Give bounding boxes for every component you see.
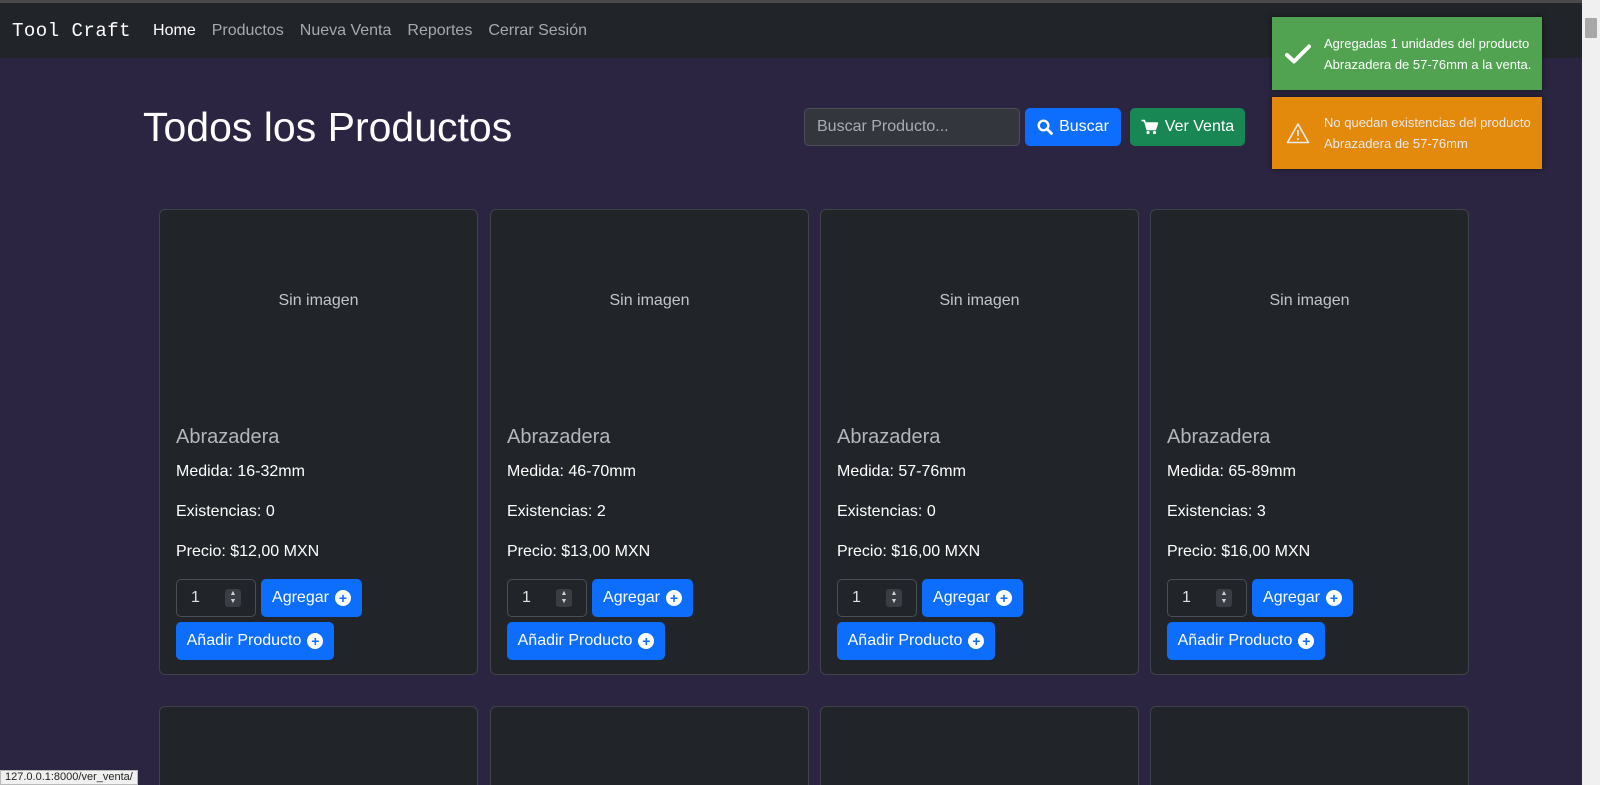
product-card (490, 706, 809, 785)
product-card (1150, 706, 1469, 785)
product-name: Abrazadera (1167, 426, 1271, 448)
product-medida: Medida: 16-32mm (176, 463, 305, 480)
product-name: Abrazadera (176, 426, 280, 448)
stepper-arrows-icon[interactable]: ▲ ▼ (556, 589, 572, 607)
product-card: Sin imagen Abrazadera Medida: 46-70mm Ex… (490, 209, 809, 675)
agregar-button[interactable]: Agregar + (261, 579, 362, 617)
product-existencias: Existencias: 3 (1167, 503, 1266, 520)
product-name: Abrazadera (507, 426, 611, 448)
page-title: Todos los Productos (143, 104, 513, 150)
image-placeholder: Sin imagen (939, 292, 1020, 309)
agregar-label: Agregar (603, 589, 660, 606)
product-card: Sin imagen Abrazadera Medida: 65-89mm Ex… (1150, 209, 1469, 675)
plus-circle-icon: + (1325, 590, 1342, 606)
product-precio: Precio: $16,00 MXN (837, 543, 981, 560)
product-existencias: Existencias: 0 (837, 503, 936, 520)
product-medida: Medida: 65-89mm (1167, 463, 1296, 480)
nav-home[interactable]: Home (153, 22, 196, 40)
anadir-label: Añadir Producto (517, 632, 633, 649)
quantity-value: 1 (852, 589, 861, 606)
agregar-label: Agregar (933, 589, 990, 606)
agregar-button[interactable]: Agregar + (592, 579, 693, 617)
product-card: Sin imagen Abrazadera Medida: 57-76mm Ex… (820, 209, 1139, 675)
quantity-stepper[interactable]: 1 ▲ ▼ (507, 579, 587, 617)
search-icon (1037, 119, 1053, 135)
image-placeholder: Sin imagen (1269, 292, 1350, 309)
agregar-button[interactable]: Agregar + (1252, 579, 1353, 617)
nav-reportes[interactable]: Reportes (407, 22, 472, 40)
product-name: Abrazadera (837, 426, 941, 448)
plus-circle-icon: + (638, 633, 655, 649)
toast-success[interactable]: Agregadas 1 unidades del producto Abraza… (1272, 17, 1542, 90)
product-existencias: Existencias: 2 (507, 503, 606, 520)
plus-circle-icon: + (995, 590, 1012, 606)
cart-icon (1141, 119, 1158, 135)
anadir-label: Añadir Producto (1177, 632, 1293, 649)
product-card (159, 706, 478, 785)
toast-warning-message: No quedan existencias del producto Abraz… (1324, 115, 1531, 151)
quantity-value: 1 (522, 589, 531, 606)
product-precio: Precio: $16,00 MXN (1167, 543, 1311, 560)
quantity-stepper[interactable]: 1 ▲ ▼ (837, 579, 917, 617)
nav-nueva-venta[interactable]: Nueva Venta (300, 22, 392, 40)
anadir-producto-button[interactable]: Añadir Producto + (176, 622, 334, 660)
quantity-value: 1 (1182, 589, 1191, 606)
product-existencias: Existencias: 0 (176, 503, 275, 520)
page-scrollbar[interactable] (1582, 0, 1600, 785)
brand-logo[interactable]: Tool Craft (12, 20, 131, 42)
checkmark-icon (1285, 44, 1311, 63)
warning-icon (1286, 123, 1310, 144)
quantity-stepper[interactable]: 1 ▲ ▼ (1167, 579, 1247, 617)
product-medida: Medida: 57-76mm (837, 463, 966, 480)
plus-circle-icon: + (334, 590, 351, 606)
plus-circle-icon: + (665, 590, 682, 606)
nav-productos[interactable]: Productos (212, 22, 284, 40)
ver-venta-button[interactable]: Ver Venta (1130, 108, 1245, 146)
anadir-producto-button[interactable]: Añadir Producto + (507, 622, 665, 660)
status-bar-url: 127.0.0.1:8000/ver_venta/ (0, 770, 138, 785)
product-precio: Precio: $13,00 MXN (507, 543, 651, 560)
stepper-arrows-icon[interactable]: ▲ ▼ (886, 589, 902, 607)
scrollbar-thumb[interactable] (1585, 18, 1597, 38)
plus-circle-icon: + (1298, 633, 1315, 649)
anadir-label: Añadir Producto (186, 632, 302, 649)
toast-success-message: Agregadas 1 unidades del producto Abraza… (1324, 35, 1532, 72)
product-medida: Medida: 46-70mm (507, 463, 636, 480)
search-button[interactable]: Buscar (1025, 108, 1121, 146)
anadir-producto-button[interactable]: Añadir Producto + (1167, 622, 1325, 660)
product-card (820, 706, 1139, 785)
plus-circle-icon: + (968, 633, 985, 649)
nav-cerrar-sesion[interactable]: Cerrar Sesión (488, 22, 587, 40)
quantity-value: 1 (191, 589, 200, 606)
plus-circle-icon: + (307, 633, 324, 649)
product-card: Sin imagen Abrazadera Medida: 16-32mm Ex… (159, 209, 478, 675)
quantity-stepper[interactable]: 1 ▲ ▼ (176, 579, 256, 617)
agregar-button[interactable]: Agregar + (922, 579, 1023, 617)
image-placeholder: Sin imagen (609, 292, 690, 309)
product-precio: Precio: $12,00 MXN (176, 543, 320, 560)
ver-venta-label: Ver Venta (1164, 118, 1235, 135)
anadir-producto-button[interactable]: Añadir Producto + (837, 622, 995, 660)
stepper-arrows-icon[interactable]: ▲ ▼ (1216, 589, 1232, 607)
search-button-label: Buscar (1059, 118, 1109, 135)
agregar-label: Agregar (272, 589, 329, 606)
toast-warning[interactable]: No quedan existencias del producto Abraz… (1272, 97, 1542, 169)
image-placeholder: Sin imagen (278, 292, 359, 309)
agregar-label: Agregar (1263, 589, 1320, 606)
stepper-arrows-icon[interactable]: ▲ ▼ (225, 589, 241, 607)
search-input[interactable] (804, 108, 1020, 146)
anadir-label: Añadir Producto (847, 632, 963, 649)
